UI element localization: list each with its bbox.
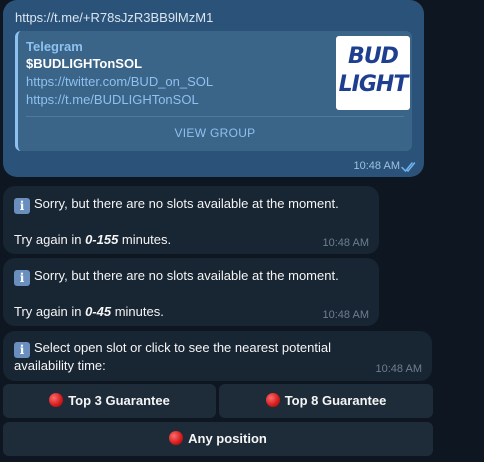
retry-prefix: Try again in — [14, 304, 86, 319]
message-time: 10:48 AM — [353, 160, 400, 172]
view-group-button[interactable]: VIEW GROUP — [18, 122, 412, 144]
incoming-message: i Sorry, but there are no slots available… — [3, 186, 379, 254]
logo-line-2: LIGHT — [338, 72, 409, 97]
retry-suffix: minutes. — [111, 304, 164, 319]
info-icon: i — [14, 342, 30, 358]
preview-site-name: Telegram — [26, 39, 83, 54]
incoming-message: i Sorry, but there are no slots available… — [3, 258, 379, 326]
retry-range: 0-155 — [85, 232, 119, 247]
red-circle-icon — [49, 393, 64, 407]
logo-line-1: BUD — [348, 44, 399, 69]
message-text: Select open slot or click to see the nea… — [34, 340, 332, 355]
preview-twitter-link[interactable]: https://twitter.com/BUD_on_SOL — [26, 74, 213, 89]
info-icon: i — [14, 270, 30, 286]
preview-thumbnail-logo[interactable]: BUD LIGHT — [336, 36, 410, 110]
message-time: 10:48 AM — [322, 237, 369, 249]
message-text-line: i Sorry, but there are no slots available… — [14, 268, 339, 286]
message-link[interactable]: https://t.me/+R78sJzR3BB9lMzM1 — [15, 10, 213, 25]
message-time: 10:48 AM — [375, 363, 422, 375]
info-icon: i — [14, 198, 30, 214]
incoming-message: i Select open slot or click to see the ne… — [3, 331, 432, 381]
retry-line: Try again in 0-155 minutes. — [14, 232, 171, 247]
button-label: Top 3 Guarantee — [68, 393, 170, 408]
message-text: Sorry, but there are no slots available … — [34, 268, 339, 283]
preview-divider — [26, 116, 404, 117]
message-text: Sorry, but there are no slots available … — [34, 196, 339, 211]
red-circle-icon — [265, 393, 280, 407]
any-position-button[interactable]: Any position — [3, 422, 433, 456]
retry-range: 0-45 — [85, 304, 112, 319]
retry-suffix: minutes. — [118, 232, 172, 247]
message-text-line: i Select open slot or click to see the ne… — [14, 340, 331, 358]
message-text-line: i Sorry, but there are no slots available… — [14, 196, 339, 214]
link-preview[interactable]: Telegram $BUDLIGHTonSOL https://twitter.… — [15, 31, 412, 151]
top-3-guarantee-button[interactable]: Top 3 Guarantee — [3, 384, 216, 418]
double-check-icon — [401, 162, 416, 173]
outgoing-message: https://t.me/+R78sJzR3BB9lMzM1 Telegram … — [3, 0, 424, 177]
preview-telegram-link[interactable]: https://t.me/BUDLIGHTonSOL — [26, 92, 199, 107]
retry-line: Try again in 0-45 minutes. — [14, 304, 164, 319]
message-time: 10:48 AM — [322, 309, 369, 321]
preview-title: $BUDLIGHTonSOL — [26, 56, 143, 71]
message-text-line-2: availability time: — [14, 358, 106, 373]
retry-prefix: Try again in — [14, 232, 86, 247]
button-label: Top 8 Guarantee — [284, 393, 387, 408]
top-8-guarantee-button[interactable]: Top 8 Guarantee — [219, 384, 433, 418]
red-circle-icon — [169, 431, 184, 445]
button-label: Any position — [188, 431, 267, 446]
